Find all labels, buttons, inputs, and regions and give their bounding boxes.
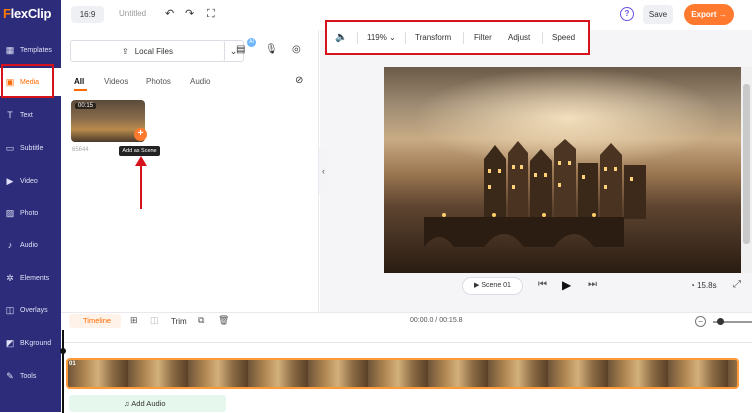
timeline-toggle-button[interactable]: Timeline <box>69 314 121 328</box>
trim-button[interactable]: Trim <box>171 317 187 326</box>
fullscreen-icon[interactable]: ⛶ <box>207 7 215 21</box>
ai-badge: AI <box>247 38 256 47</box>
media-panel: ⇪ Local Files ⌄ ▤ AI 🎙 ◎ All Videos Phot… <box>61 30 319 312</box>
scene-selector[interactable]: ▶ Scene 01 <box>462 277 523 295</box>
tab-all[interactable]: All <box>74 77 84 86</box>
timeline-time: 00:00.0 / 00:15.8 <box>410 317 463 324</box>
play-icon[interactable]: ▶ <box>562 278 571 292</box>
active-tab-indicator <box>74 89 87 91</box>
media-duration: 00:15 <box>75 103 97 109</box>
highlight-box-media <box>1 64 54 98</box>
expand-icon[interactable]: ⤢ <box>733 279 741 290</box>
sidebar-item-label: Audio <box>20 241 38 249</box>
project-title[interactable]: Untitled <box>119 9 146 18</box>
highlight-box-toolbar <box>325 20 590 55</box>
clip-number: 01 <box>69 361 76 367</box>
next-icon[interactable]: ⏭ <box>588 279 597 290</box>
playhead-handle[interactable] <box>60 348 66 354</box>
tab-videos[interactable]: Videos <box>104 77 128 86</box>
save-button[interactable]: Save <box>643 5 673 24</box>
export-button[interactable]: Export → <box>684 4 734 25</box>
preview-scrollbar-thumb[interactable] <box>743 84 750 244</box>
timeline-ruler[interactable] <box>61 333 752 343</box>
subtitle-icon: ▭ <box>5 143 15 153</box>
audio-icon: ♪ <box>7 240 13 250</box>
add-as-scene-button[interactable]: + <box>134 128 147 141</box>
tab-audio[interactable]: Audio <box>190 77 210 86</box>
media-name: 65644 <box>72 147 89 153</box>
video-icon: ▶ <box>6 176 14 186</box>
sidebar-item-label: Templates <box>20 46 52 54</box>
elements-icon: ✲ <box>6 273 14 283</box>
sidebar-item-subtitle[interactable]: ▭ Subtitle <box>0 134 61 162</box>
template-icon: ▦ <box>5 45 15 55</box>
upload-icon: ⇪ <box>122 46 129 56</box>
subtitle-generate-icon[interactable]: ▤ <box>236 44 245 55</box>
aspect-ratio-button[interactable]: 16:9 <box>71 6 104 23</box>
redo-icon[interactable]: ↷ <box>185 7 194 21</box>
hide-icon[interactable]: ⊘ <box>295 75 303 86</box>
tools-icon: ✎ <box>6 371 14 381</box>
add-scene-icon[interactable]: ⊞ <box>130 315 138 326</box>
sidebar-item-templates[interactable]: ▦ Templates <box>0 36 61 64</box>
annotation-arrow-line <box>140 162 142 209</box>
sidebar-item-label: Subtitle <box>20 144 44 152</box>
undo-icon[interactable]: ↶ <box>165 7 174 21</box>
local-files-button[interactable]: ⇪ Local Files <box>70 40 225 62</box>
sidebar-item-bkground[interactable]: ◩ BKground <box>0 329 61 357</box>
add-audio-button[interactable]: ♫ Add Audio <box>69 395 226 412</box>
sidebar-item-elements[interactable]: ✲ Elements <box>0 264 61 292</box>
add-as-scene-tooltip: Add as Scene <box>119 146 160 156</box>
sidebar-item-label: Elements <box>20 274 50 282</box>
sidebar-item-label: Photo <box>20 209 39 217</box>
tab-photos[interactable]: Photos <box>146 77 171 86</box>
video-preview[interactable] <box>384 67 752 273</box>
photo-icon: ▨ <box>5 208 15 218</box>
sidebar: FlexClip ▦ Templates ▣ Media T Text ▭ Su… <box>0 0 61 412</box>
duplicate-icon[interactable]: ⧉ <box>198 315 204 326</box>
sidebar-item-audio[interactable]: ♪ Audio <box>0 231 61 259</box>
playhead[interactable] <box>60 330 66 413</box>
sidebar-item-label: Overlays <box>20 306 48 314</box>
microphone-icon[interactable]: 🎙 <box>265 44 278 55</box>
zoom-slider-handle[interactable] <box>717 318 724 325</box>
collapse-panel-icon[interactable]: ‹ <box>319 148 328 194</box>
zoom-out-icon[interactable]: − <box>695 316 706 327</box>
sidebar-item-tools[interactable]: ✎ Tools <box>0 362 61 390</box>
delete-icon[interactable]: 🗑 <box>218 315 229 326</box>
sidebar-item-video[interactable]: ▶ Video <box>0 167 61 195</box>
text-icon: T <box>7 110 13 120</box>
local-files-label: Local Files <box>134 46 173 56</box>
overlays-icon: ◫ <box>5 305 15 315</box>
sidebar-item-text[interactable]: T Text <box>0 101 61 129</box>
timeline: Timeline ⊞ ◫ Trim ⧉ 🗑 00:00.0 / 00:15.8 … <box>60 312 752 413</box>
sidebar-item-label: Video <box>20 177 38 185</box>
video-clip[interactable] <box>66 358 739 389</box>
help-icon[interactable]: ? <box>620 7 634 21</box>
background-icon: ◩ <box>5 338 15 348</box>
screen-record-icon[interactable]: ◎ <box>292 44 301 55</box>
previous-icon[interactable]: ⏮ <box>538 279 547 290</box>
sidebar-item-photo[interactable]: ▨ Photo <box>0 199 61 227</box>
sidebar-item-overlays[interactable]: ◫ Overlays <box>0 296 61 324</box>
flexclip-logo[interactable]: FlexClip <box>3 6 51 21</box>
split-icon[interactable]: ◫ <box>150 315 159 326</box>
sidebar-item-label: Text <box>20 111 33 119</box>
sidebar-item-label: Tools <box>20 372 37 380</box>
bridge-image <box>424 213 624 247</box>
sidebar-item-label: BKground <box>20 339 52 347</box>
total-duration: ◔ 15.8s <box>690 281 717 290</box>
